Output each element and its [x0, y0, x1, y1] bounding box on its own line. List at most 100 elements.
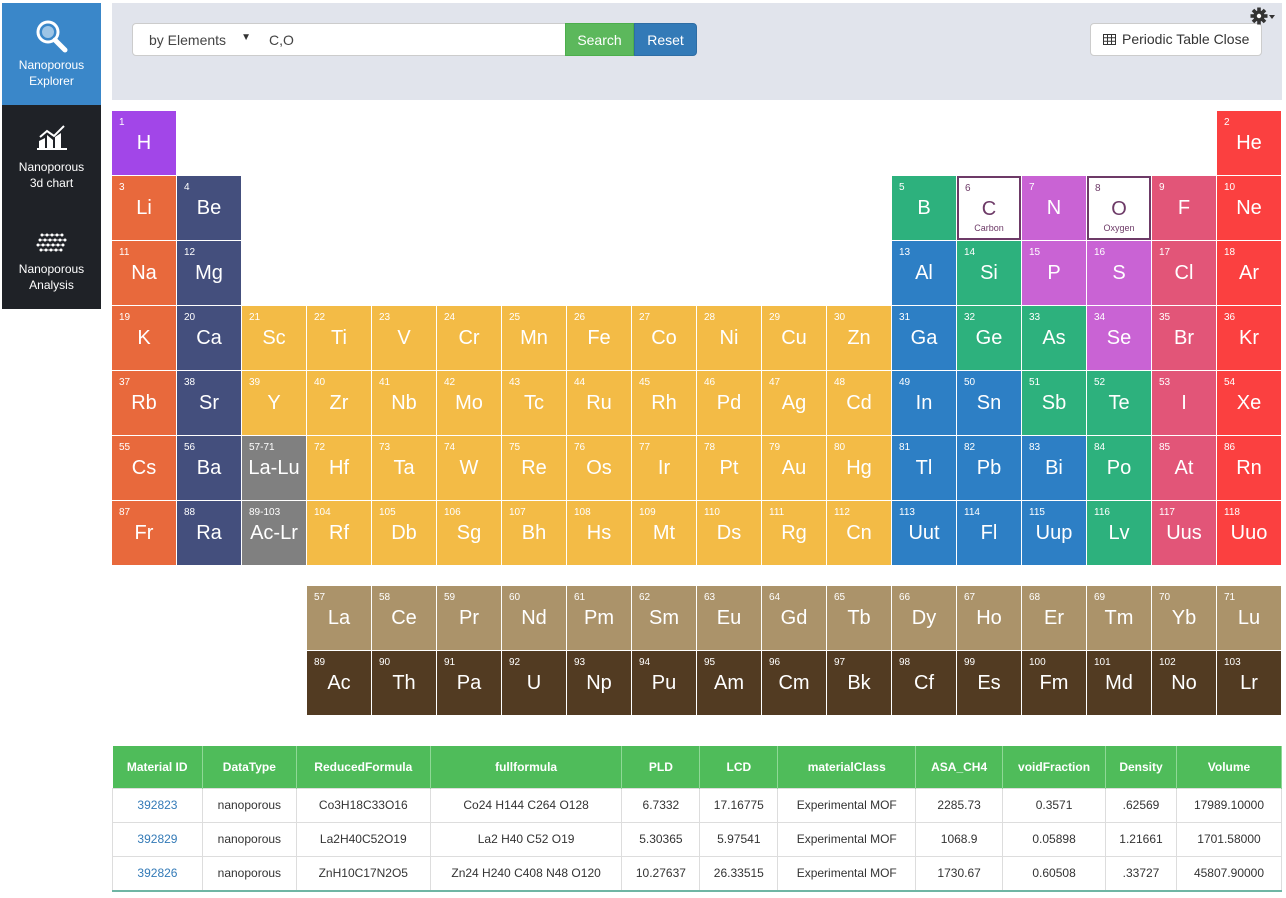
- element-ga[interactable]: 31 Ga: [892, 306, 956, 370]
- element-rb[interactable]: 37 Rb: [112, 371, 176, 435]
- element-sn[interactable]: 50 Sn: [957, 371, 1021, 435]
- element-au[interactable]: 79 Au: [762, 436, 826, 500]
- element-te[interactable]: 52 Te: [1087, 371, 1151, 435]
- element-lr[interactable]: 103 Lr: [1217, 651, 1281, 715]
- column-header[interactable]: ASA_CH4: [915, 746, 1004, 788]
- element-am[interactable]: 95 Am: [697, 651, 761, 715]
- element-uus[interactable]: 117 Uus: [1152, 501, 1216, 565]
- element-cn[interactable]: 112 Cn: [827, 501, 891, 565]
- element-mn[interactable]: 25 Mn: [502, 306, 566, 370]
- element-la[interactable]: 57 La: [307, 586, 371, 650]
- element-he[interactable]: 2 He: [1217, 111, 1281, 175]
- element-pm[interactable]: 61 Pm: [567, 586, 631, 650]
- element-ne[interactable]: 10 Ne: [1217, 176, 1281, 240]
- element-rn[interactable]: 86 Rn: [1217, 436, 1281, 500]
- element-tl[interactable]: 81 Tl: [892, 436, 956, 500]
- element-bk[interactable]: 97 Bk: [827, 651, 891, 715]
- column-header[interactable]: ReducedFormula: [296, 746, 431, 788]
- element-fr[interactable]: 87 Fr: [112, 501, 176, 565]
- element-sc[interactable]: 21 Sc: [242, 306, 306, 370]
- element-no[interactable]: 102 No: [1152, 651, 1216, 715]
- element-uuo[interactable]: 118 Uuo: [1217, 501, 1281, 565]
- element-as[interactable]: 33 As: [1022, 306, 1086, 370]
- element-tc[interactable]: 43 Tc: [502, 371, 566, 435]
- element-at[interactable]: 85 At: [1152, 436, 1216, 500]
- element-ta[interactable]: 73 Ta: [372, 436, 436, 500]
- element-br[interactable]: 35 Br: [1152, 306, 1216, 370]
- element-co[interactable]: 27 Co: [632, 306, 696, 370]
- periodic-table-toggle-button[interactable]: Periodic Table Close: [1090, 23, 1262, 56]
- material-id-link[interactable]: 392829: [112, 821, 203, 857]
- element-sg[interactable]: 106 Sg: [437, 501, 501, 565]
- element-in[interactable]: 49 In: [892, 371, 956, 435]
- element-la-lu[interactable]: 57-71 La-Lu: [242, 436, 306, 500]
- column-header[interactable]: fullformula: [430, 746, 623, 788]
- element-fl[interactable]: 114 Fl: [957, 501, 1021, 565]
- element-zr[interactable]: 40 Zr: [307, 371, 371, 435]
- element-si[interactable]: 14 Si: [957, 241, 1021, 305]
- element-o[interactable]: 8 O Oxygen: [1087, 176, 1151, 240]
- element-hf[interactable]: 72 Hf: [307, 436, 371, 500]
- element-er[interactable]: 68 Er: [1022, 586, 1086, 650]
- element-cu[interactable]: 29 Cu: [762, 306, 826, 370]
- element-rh[interactable]: 45 Rh: [632, 371, 696, 435]
- element-c[interactable]: 6 C Carbon: [957, 176, 1021, 240]
- element-ar[interactable]: 18 Ar: [1217, 241, 1281, 305]
- element-rf[interactable]: 104 Rf: [307, 501, 371, 565]
- element-nd[interactable]: 60 Nd: [502, 586, 566, 650]
- element-ir[interactable]: 77 Ir: [632, 436, 696, 500]
- element-pa[interactable]: 91 Pa: [437, 651, 501, 715]
- element-cr[interactable]: 24 Cr: [437, 306, 501, 370]
- column-header[interactable]: materialClass: [777, 746, 917, 788]
- element-mt[interactable]: 109 Mt: [632, 501, 696, 565]
- element-ba[interactable]: 56 Ba: [177, 436, 241, 500]
- element-se[interactable]: 34 Se: [1087, 306, 1151, 370]
- column-header[interactable]: LCD: [699, 746, 779, 788]
- element-ce[interactable]: 58 Ce: [372, 586, 436, 650]
- element-uut[interactable]: 113 Uut: [892, 501, 956, 565]
- element-kr[interactable]: 36 Kr: [1217, 306, 1281, 370]
- element-ca[interactable]: 20 Ca: [177, 306, 241, 370]
- element-ti[interactable]: 22 Ti: [307, 306, 371, 370]
- sidebar-item-3d-chart[interactable]: Nanoporous 3d chart: [2, 105, 101, 207]
- element-sb[interactable]: 51 Sb: [1022, 371, 1086, 435]
- element-p[interactable]: 15 P: [1022, 241, 1086, 305]
- column-header[interactable]: DataType: [202, 746, 297, 788]
- column-header[interactable]: voidFraction: [1002, 746, 1107, 788]
- element-eu[interactable]: 63 Eu: [697, 586, 761, 650]
- element-hg[interactable]: 80 Hg: [827, 436, 891, 500]
- element-pr[interactable]: 59 Pr: [437, 586, 501, 650]
- element-sr[interactable]: 38 Sr: [177, 371, 241, 435]
- element-fe[interactable]: 26 Fe: [567, 306, 631, 370]
- element-pb[interactable]: 82 Pb: [957, 436, 1021, 500]
- element-db[interactable]: 105 Db: [372, 501, 436, 565]
- element-cd[interactable]: 48 Cd: [827, 371, 891, 435]
- search-button[interactable]: Search: [565, 23, 634, 56]
- element-ru[interactable]: 44 Ru: [567, 371, 631, 435]
- material-id-link[interactable]: 392823: [112, 787, 203, 823]
- element-cl[interactable]: 17 Cl: [1152, 241, 1216, 305]
- element-li[interactable]: 3 Li: [112, 176, 176, 240]
- element-u[interactable]: 92 U: [502, 651, 566, 715]
- element-cm[interactable]: 96 Cm: [762, 651, 826, 715]
- element-zn[interactable]: 30 Zn: [827, 306, 891, 370]
- element-re[interactable]: 75 Re: [502, 436, 566, 500]
- element-be[interactable]: 4 Be: [177, 176, 241, 240]
- element-ac[interactable]: 89 Ac: [307, 651, 371, 715]
- column-header[interactable]: Volume: [1176, 746, 1283, 788]
- element-w[interactable]: 74 W: [437, 436, 501, 500]
- search-mode-select[interactable]: by Elements ▼: [132, 23, 258, 56]
- element-ds[interactable]: 110 Ds: [697, 501, 761, 565]
- element-ge[interactable]: 32 Ge: [957, 306, 1021, 370]
- element-tb[interactable]: 65 Tb: [827, 586, 891, 650]
- column-header[interactable]: PLD: [621, 746, 701, 788]
- element-cf[interactable]: 98 Cf: [892, 651, 956, 715]
- element-ho[interactable]: 67 Ho: [957, 586, 1021, 650]
- element-pt[interactable]: 78 Pt: [697, 436, 761, 500]
- element-ni[interactable]: 28 Ni: [697, 306, 761, 370]
- element-al[interactable]: 13 Al: [892, 241, 956, 305]
- element-ag[interactable]: 47 Ag: [762, 371, 826, 435]
- element-h[interactable]: 1H: [112, 111, 176, 175]
- element-po[interactable]: 84 Po: [1087, 436, 1151, 500]
- element-nb[interactable]: 41 Nb: [372, 371, 436, 435]
